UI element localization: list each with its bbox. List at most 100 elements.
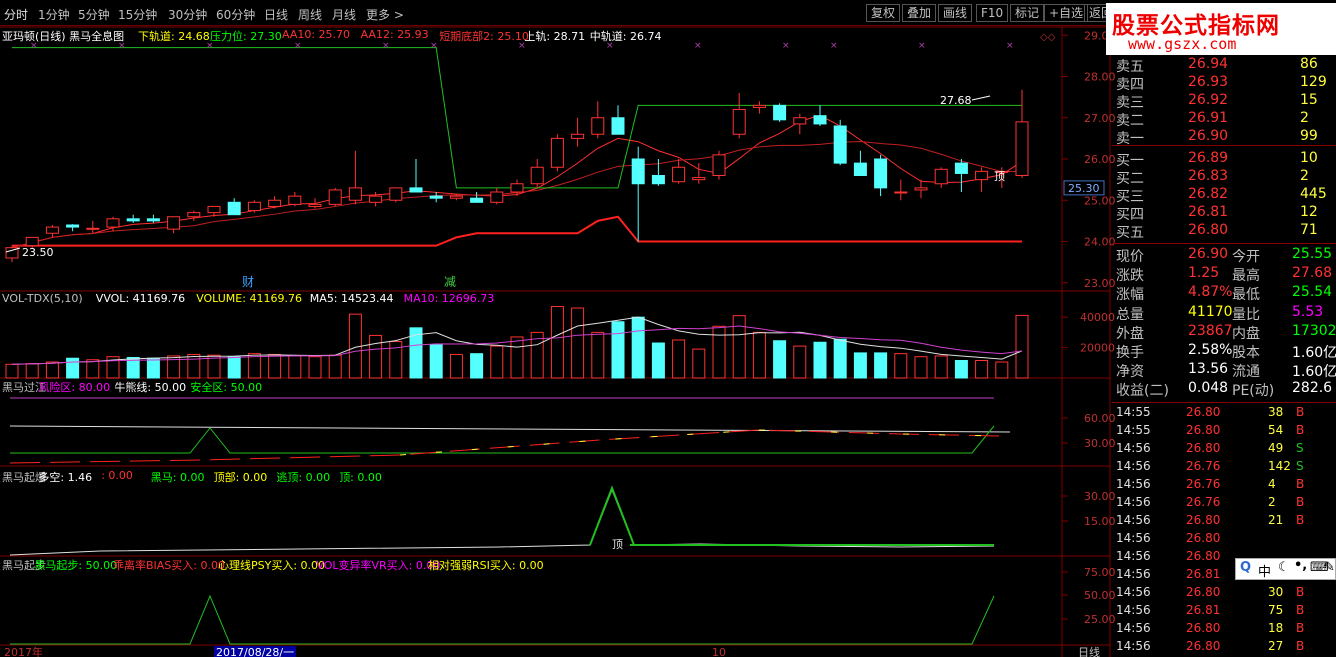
vol-bar-43	[874, 352, 888, 379]
ime-toolbar[interactable]: Q 中 ☾ •, ⌨ ✎	[1235, 558, 1336, 580]
bid-price-4: 26.80	[1188, 222, 1229, 238]
candle-body-1	[25, 236, 39, 247]
vol-bar-12	[247, 353, 261, 379]
stat-val2-5: 1.60亿	[1292, 345, 1336, 361]
mainLabels-item-6: 中轨道: 26.74	[589, 30, 662, 43]
stat-key1-5: 换手	[1116, 345, 1144, 361]
moon-icon[interactable]: ☾	[1278, 560, 1290, 575]
search-icon[interactable]: Q	[1240, 560, 1251, 575]
ime-mode-label[interactable]: 中	[1258, 561, 1271, 580]
vol-bar-49	[995, 361, 1009, 379]
bid-label-4: 买五	[1116, 225, 1144, 241]
tick-side-1: B	[1296, 423, 1305, 437]
tick-vol-12: 18	[1268, 621, 1284, 635]
vol-bar-40	[813, 341, 827, 379]
stat-key1-3: 总量	[1116, 306, 1144, 323]
mainLabels-title: 亚玛顿(日线) 黑马全息图	[2, 30, 125, 43]
volLabels-item-3: MA5: 14523.44	[309, 292, 394, 305]
candle-body-26	[530, 166, 544, 185]
candle-body-2	[45, 226, 59, 234]
mainLabels-item-0: 下轨道: 24.68	[138, 30, 210, 43]
punct-icon[interactable]: •,	[1294, 558, 1307, 573]
top-marker-22: ×	[918, 41, 926, 51]
tick-vol-3: 142	[1268, 459, 1291, 473]
bid-price-1: 26.83	[1188, 168, 1229, 184]
tick-side-11: B	[1296, 603, 1305, 617]
wrench-icon[interactable]: ✎	[1324, 560, 1335, 575]
p4-top-mark: 顶	[612, 538, 623, 551]
stat-val1-6: 13.56	[1188, 361, 1229, 378]
tick-vol-6: 21	[1268, 513, 1284, 527]
candle-body-43	[874, 158, 888, 189]
p3-ytick-label-0: 60.00	[1084, 412, 1116, 425]
stat-val1-7: 0.048	[1188, 380, 1229, 397]
p4Labels-item-3: 黑马: 0.00	[150, 471, 205, 484]
candle-body-37	[752, 104, 766, 108]
candle-body-15	[308, 203, 322, 207]
p5Labels-item-5: 相对强弱RSI买入: 0.00	[428, 559, 544, 572]
vol-bar-4	[86, 359, 100, 379]
stat-val2-1: 27.68	[1292, 265, 1333, 282]
p5Labels-item-3: 心理线PSY买入: 0.00	[218, 559, 326, 572]
tick-side-6: B	[1296, 513, 1305, 527]
candle-body-39	[793, 117, 807, 125]
logo-url: www.gszx.com	[1128, 35, 1237, 53]
candle-body-45	[914, 187, 928, 191]
candle-body-25	[510, 183, 524, 193]
candle-body-31	[631, 158, 645, 185]
ask-vol-4: 99	[1300, 128, 1318, 144]
candle-body-48	[975, 170, 989, 181]
mainLabels-item-2: AA10: 25.70	[282, 28, 351, 41]
tick-time-8: 14:56	[1116, 549, 1151, 563]
candle-body-10	[207, 205, 221, 214]
stat-key1-2: 涨幅	[1116, 287, 1144, 304]
tick-price-8: 26.80	[1186, 549, 1221, 563]
candle-body-28	[571, 133, 585, 139]
candle-body-29	[591, 117, 605, 135]
mainLabels-item-5: 上轨: 28.71	[524, 30, 586, 43]
vol-bar-46	[934, 355, 948, 379]
vol-bar-38	[773, 340, 787, 379]
mainLabels-item-4: 短期底部2: 25.10	[439, 30, 529, 43]
vol-bar-30	[611, 321, 625, 379]
vol-bar-29	[591, 331, 605, 379]
candle-body-36	[732, 109, 746, 135]
volLabels-item-1: VVOL: 41169.76	[95, 292, 186, 305]
p4-ytick-label-0: 30.00	[1084, 490, 1116, 503]
candle-body-16	[328, 189, 342, 205]
vol-bar-15	[308, 356, 322, 379]
ask-vol-0: 86	[1300, 56, 1318, 72]
ask-price-0: 26.94	[1188, 56, 1229, 72]
p4Labels-item-2: : 0.00	[101, 469, 133, 482]
ticks-divider	[1112, 402, 1336, 403]
cai-mark: 财	[242, 275, 254, 289]
candle-body-33	[672, 166, 686, 183]
stat-key2-6: 流通	[1232, 364, 1260, 381]
candle-body-21	[429, 195, 443, 199]
vol-bar-34	[692, 348, 706, 379]
vol-bar-39	[793, 345, 807, 379]
tick-price-2: 26.80	[1186, 441, 1221, 455]
candle-body-32	[651, 175, 665, 185]
bid-label-0: 买一	[1116, 153, 1144, 169]
vol-bar-9	[187, 353, 201, 379]
candle-body-27	[550, 137, 564, 168]
tick-side-0: B	[1296, 405, 1305, 419]
vol-bar-11	[227, 356, 241, 379]
candle-body-24	[490, 191, 504, 203]
vol-bar-45	[914, 356, 928, 379]
tick-time-6: 14:56	[1116, 513, 1151, 527]
top-marker-18: ×	[782, 41, 790, 51]
stat-val2-4: 17302	[1292, 322, 1336, 339]
bid-price-0: 26.89	[1188, 150, 1229, 166]
ask-price-1: 26.93	[1188, 74, 1229, 90]
stat-key2-7: PE(动)	[1232, 383, 1275, 400]
vol-bar-0	[5, 363, 19, 379]
bid-price-2: 26.82	[1188, 186, 1229, 202]
ask-label-3: 卖二	[1116, 113, 1144, 129]
p5Labels-item-1: 黑马起步: 50.00	[34, 559, 118, 572]
tick-price-7: 26.80	[1186, 531, 1221, 545]
tick-price-11: 26.81	[1186, 603, 1221, 617]
vol-bar-22	[449, 353, 463, 379]
x-axis-period: 日线	[1078, 645, 1100, 657]
